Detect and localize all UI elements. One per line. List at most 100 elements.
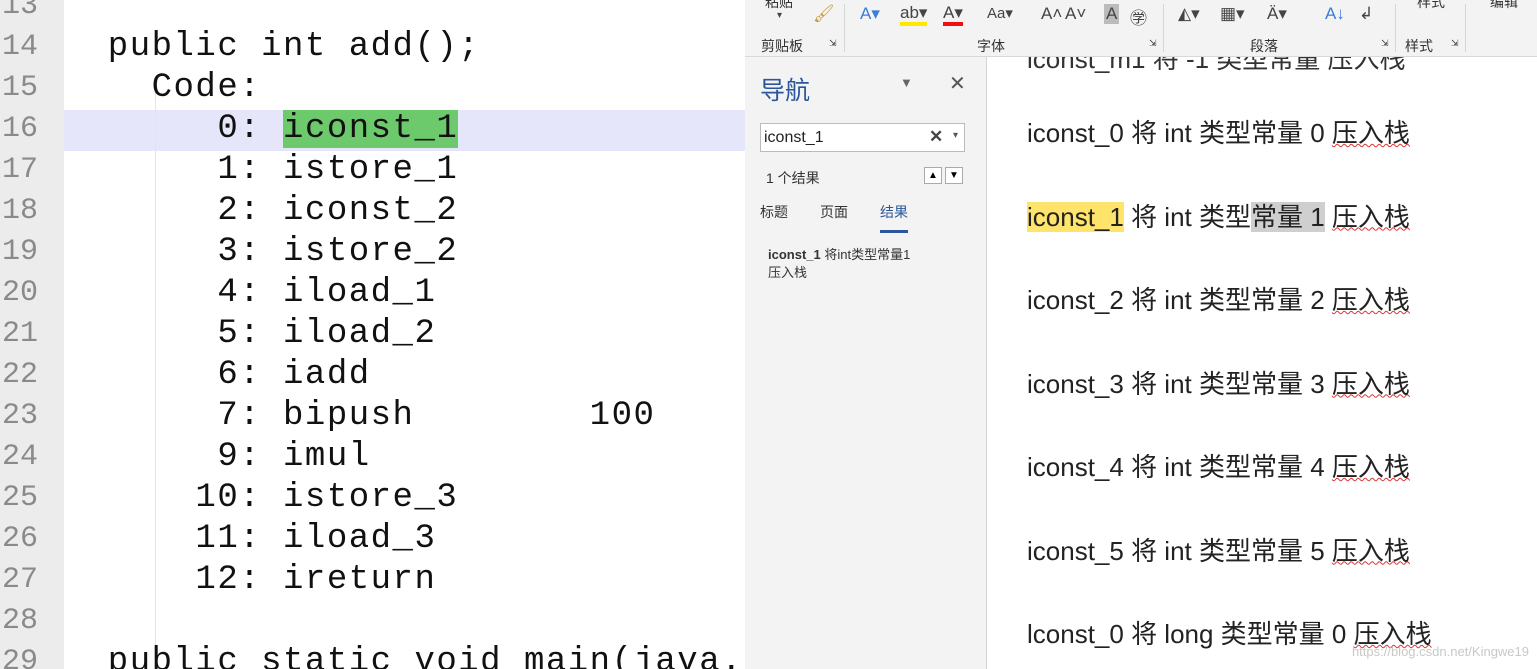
instruction-name: iconst_4 (1027, 452, 1124, 482)
code-line: 7: bipush 100 (64, 397, 656, 435)
next-result-button[interactable]: ▼ (945, 167, 963, 184)
styles-group-label: 样式 (1405, 38, 1433, 54)
tab-headings[interactable]: 标题 (760, 202, 788, 222)
font-group-label: 字体 (977, 38, 1005, 54)
code-line: 1: istore_1 (64, 151, 459, 189)
description-end: 压入栈 (1331, 452, 1410, 482)
description-end: 压入栈 (1331, 201, 1410, 232)
code-line: public static void main(java. (64, 643, 744, 669)
code-line: 6: iadd (64, 356, 371, 394)
selected-text: 常量 1 (1251, 201, 1325, 232)
code-line: 4: iload_1 (64, 274, 437, 312)
clear-search-icon[interactable]: ✕ (929, 127, 943, 147)
close-icon[interactable]: ✕ (949, 71, 966, 96)
code-line: 9: imul (64, 438, 371, 476)
enclose-character-icon[interactable]: ㊫ (1130, 4, 1147, 29)
search-result-item[interactable]: iconst_1 将int类型常量1 压入栈 (768, 246, 968, 282)
description: 将 int 类型常量 3 (1131, 368, 1332, 399)
doc-line: iconst_1 将 int 类型常量 1 压入栈 (1027, 197, 1410, 234)
dialog-launcher-icon[interactable]: ⇲ (1381, 38, 1389, 49)
document-page[interactable]: iconst_m1 将 -1 类型常量 压入栈 iconst_0 将 int 类… (987, 57, 1537, 669)
styles-button[interactable]: 样式 (1417, 0, 1445, 12)
code-prefix: 0: (64, 110, 284, 148)
doc-line: iconst_2 将 int 类型常量 2 压入栈 (1027, 280, 1410, 317)
description: 将 int 类型常量 2 (1131, 285, 1332, 315)
ribbon: 粘贴 ▾ 🖌 剪贴板 ⇲ A▾ ab▾ A▾ Aa▾ A˄ A˅ A ㊫ 字体 … (745, 0, 1537, 57)
description-end: 压入栈 (1331, 118, 1410, 148)
line-number: 21 (2, 317, 39, 351)
shading-icon[interactable]: ◭▾ (1178, 4, 1200, 24)
format-painter-icon[interactable]: 🖌 (813, 4, 835, 24)
description-end: 压入栈 (1331, 368, 1410, 399)
line-number: 25 (2, 481, 39, 515)
search-options-icon[interactable]: ▾ (953, 130, 958, 141)
asian-layout-icon[interactable]: Ä▾ (1267, 4, 1287, 24)
line-number: 16 (2, 112, 39, 146)
text-effects-icon[interactable]: A▾ (860, 4, 880, 24)
paragraph-mark-icon[interactable]: ↲ (1359, 4, 1373, 24)
nav-search-input[interactable]: iconst_1 ✕ ▾ (760, 123, 965, 152)
doc-line: iconst_3 将 int 类型常量 3 压入栈 (1027, 364, 1410, 401)
tab-pages[interactable]: 页面 (820, 202, 848, 222)
code-line: 12: ireturn (64, 561, 437, 599)
instruction-name: lconst_0 (1027, 619, 1124, 649)
font-color-icon[interactable]: A▾ (943, 4, 963, 26)
instruction-name: iconst_2 (1027, 285, 1124, 315)
nav-title: 导航 (760, 77, 811, 105)
line-number: 18 (2, 194, 39, 228)
code-line: 0: iconst_1 (64, 109, 459, 150)
dialog-launcher-icon[interactable]: ⇲ (1451, 38, 1459, 49)
description: 将 int 类型常量 5 (1131, 535, 1332, 566)
description-end: 压入栈 (1331, 535, 1410, 566)
sort-icon[interactable]: A↓ (1325, 4, 1345, 24)
code-line: 3: istore_2 (64, 233, 459, 271)
instruction-name: iconst_5 (1027, 535, 1124, 566)
line-number: 14 (2, 30, 39, 64)
paragraph-group-label: 段落 (1250, 38, 1278, 54)
line-number: 22 (2, 358, 39, 392)
doc-line: iconst_5 将 int 类型常量 5 压入栈 (1027, 531, 1410, 568)
character-shading-icon[interactable]: A (1104, 4, 1120, 24)
line-number: 24 (2, 440, 39, 474)
code-line: 5: iload_2 (64, 315, 437, 353)
watermark: https://blog.csdn.net/Kingwe19 (1351, 644, 1529, 659)
description-end: 压入栈 (1331, 285, 1410, 315)
navigation-pane: 导航 ▼ ✕ iconst_1 ✕ ▾ 1 个结果 ▲ ▼ 标题 页面 结果 i… (745, 57, 987, 669)
shrink-font-icon[interactable]: A˅ (1065, 4, 1086, 24)
code-line: public int add(); (64, 28, 481, 66)
description: 将 int 类型常量 0 (1131, 118, 1332, 148)
line-number: 15 (2, 71, 39, 105)
doc-line: iconst_4 将 int 类型常量 4 压入栈 (1027, 447, 1410, 484)
line-number: 17 (2, 153, 39, 187)
doc-line: iconst_0 将 int 类型常量 0 压入栈 (1027, 113, 1410, 150)
dialog-launcher-icon[interactable]: ⇲ (829, 38, 837, 49)
highlight-color-icon[interactable]: ab▾ (900, 4, 928, 26)
pane-options-icon[interactable]: ▼ (900, 75, 913, 90)
instruction-name: iconst_1 (1027, 201, 1124, 232)
description: 将 long 类型常量 0 (1131, 619, 1354, 649)
editing-button[interactable]: 编辑 (1490, 0, 1518, 12)
change-case-icon[interactable]: Aa▾ (987, 4, 1013, 22)
previous-result-button[interactable]: ▲ (924, 167, 942, 184)
line-number: 19 (2, 235, 39, 269)
line-number: 26 (2, 522, 39, 556)
line-number: 28 (2, 604, 39, 638)
code-line: Code: (64, 69, 262, 107)
grow-font-icon[interactable]: A˄ (1041, 4, 1062, 24)
description: 将 int 类型 (1131, 201, 1251, 232)
line-number: 29 (2, 645, 39, 669)
result-count: 1 个结果 (766, 170, 820, 186)
line-number: 20 (2, 276, 39, 310)
instruction-name: iconst_3 (1027, 368, 1124, 399)
line-number: 23 (2, 399, 39, 433)
dialog-launcher-icon[interactable]: ⇲ (1149, 38, 1157, 49)
paste-dropdown-icon[interactable]: ▾ (777, 10, 782, 21)
doc-line-partial: iconst_m1 将 -1 类型常量 压入栈 (1027, 57, 1406, 74)
borders-icon[interactable]: ▦▾ (1220, 4, 1245, 24)
find-match-highlight: iconst_1 (283, 110, 459, 148)
code-line: 11: iload_3 (64, 520, 437, 558)
description: 将 int 类型常量 4 (1131, 452, 1332, 482)
code-editor[interactable]: 13 14 public int add(); 15 Code: 16 0: icon… (0, 0, 745, 669)
code-line: 10: istore_3 (64, 479, 459, 517)
tab-results[interactable]: 结果 (880, 202, 908, 233)
